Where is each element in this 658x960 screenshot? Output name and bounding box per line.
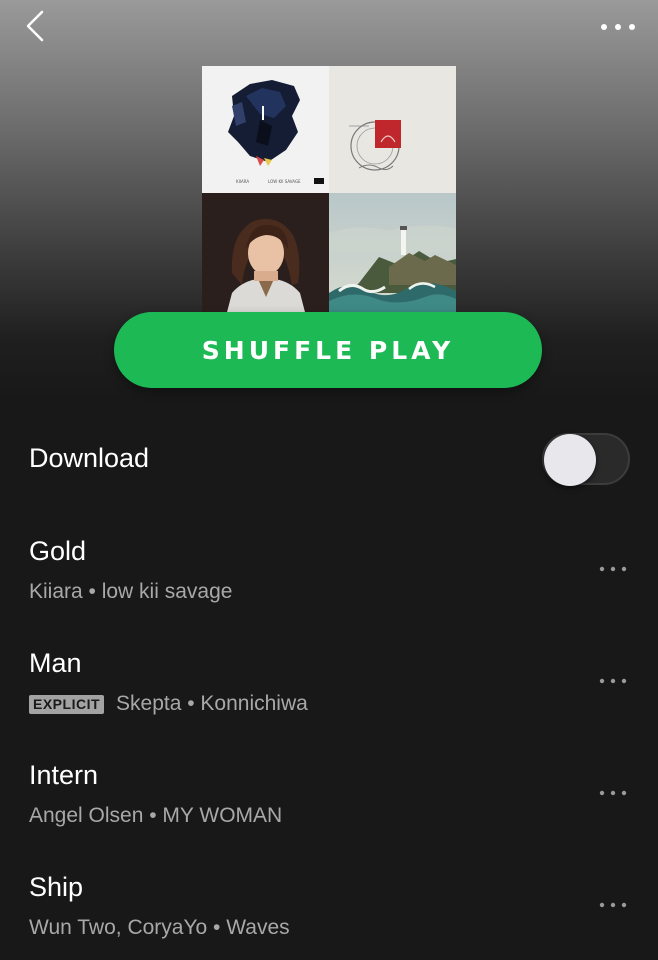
track-subtitle: EXPLICIT Skepta • Konnichiwa	[29, 692, 308, 716]
track-more-button[interactable]	[596, 674, 630, 686]
track-subtitle: Wun Two, CoryaYo • Waves	[29, 916, 290, 940]
shuffle-play-label: SHUFFLE PLAY	[201, 335, 455, 365]
track-more-button[interactable]	[596, 786, 630, 798]
track-title: Gold	[29, 536, 87, 566]
explicit-badge: EXPLICIT	[29, 694, 105, 714]
track-row-intern[interactable]: Intern Angel Olsen • MY WOMAN	[0, 760, 658, 872]
track-more-button[interactable]	[596, 898, 630, 910]
svg-text:LOW KII SAVAGE: LOW KII SAVAGE	[268, 179, 301, 184]
download-row: Download	[0, 420, 658, 500]
track-title: Man	[29, 648, 82, 678]
svg-text:KIIARA: KIIARA	[236, 179, 249, 184]
download-toggle[interactable]	[542, 433, 630, 486]
toggle-knob[interactable]	[544, 434, 596, 486]
album-art-low-kii-savage: KIIARA LOW KII SAVAGE	[202, 66, 329, 193]
track-artist-album: Angel Olsen • MY WOMAN	[29, 804, 283, 827]
track-row-man[interactable]: Man EXPLICIT Skepta • Konnichiwa	[0, 648, 658, 760]
track-subtitle: Angel Olsen • MY WOMAN	[29, 804, 282, 828]
more-horizontal-icon	[599, 783, 627, 801]
album-art-waves	[329, 193, 456, 316]
track-row-ship[interactable]: Ship Wun Two, CoryaYo • Waves	[0, 872, 658, 960]
more-options-button[interactable]	[596, 14, 640, 40]
track-artist-album: Wun Two, CoryaYo • Waves	[29, 916, 290, 939]
more-horizontal-icon	[599, 895, 627, 913]
track-subtitle: Kiiara • low kii savage	[29, 580, 232, 604]
album-art-konnichiwa	[329, 66, 456, 193]
playlist-screen: KIIARA LOW KII SAVAGE SHUFFLE PLAY Downl…	[0, 0, 658, 960]
album-art-my-woman	[202, 193, 329, 316]
track-row-gold[interactable]: Gold Kiiara • low kii savage	[0, 536, 658, 648]
back-button[interactable]	[18, 10, 52, 46]
track-title: Ship	[29, 872, 84, 902]
shuffle-play-button[interactable]: SHUFFLE PLAY	[114, 312, 542, 388]
playlist-cover-mosaic: KIIARA LOW KII SAVAGE	[202, 66, 456, 316]
track-more-button[interactable]	[596, 562, 630, 574]
track-artist-album: Skepta • Konnichiwa	[116, 692, 308, 715]
track-artist-album: Kiiara • low kii savage	[29, 580, 233, 603]
chevron-left-icon	[25, 10, 45, 47]
more-horizontal-icon	[600, 18, 636, 36]
track-title: Intern	[29, 760, 99, 790]
more-horizontal-icon	[599, 559, 627, 577]
more-horizontal-icon	[599, 671, 627, 689]
download-label: Download	[29, 443, 150, 473]
